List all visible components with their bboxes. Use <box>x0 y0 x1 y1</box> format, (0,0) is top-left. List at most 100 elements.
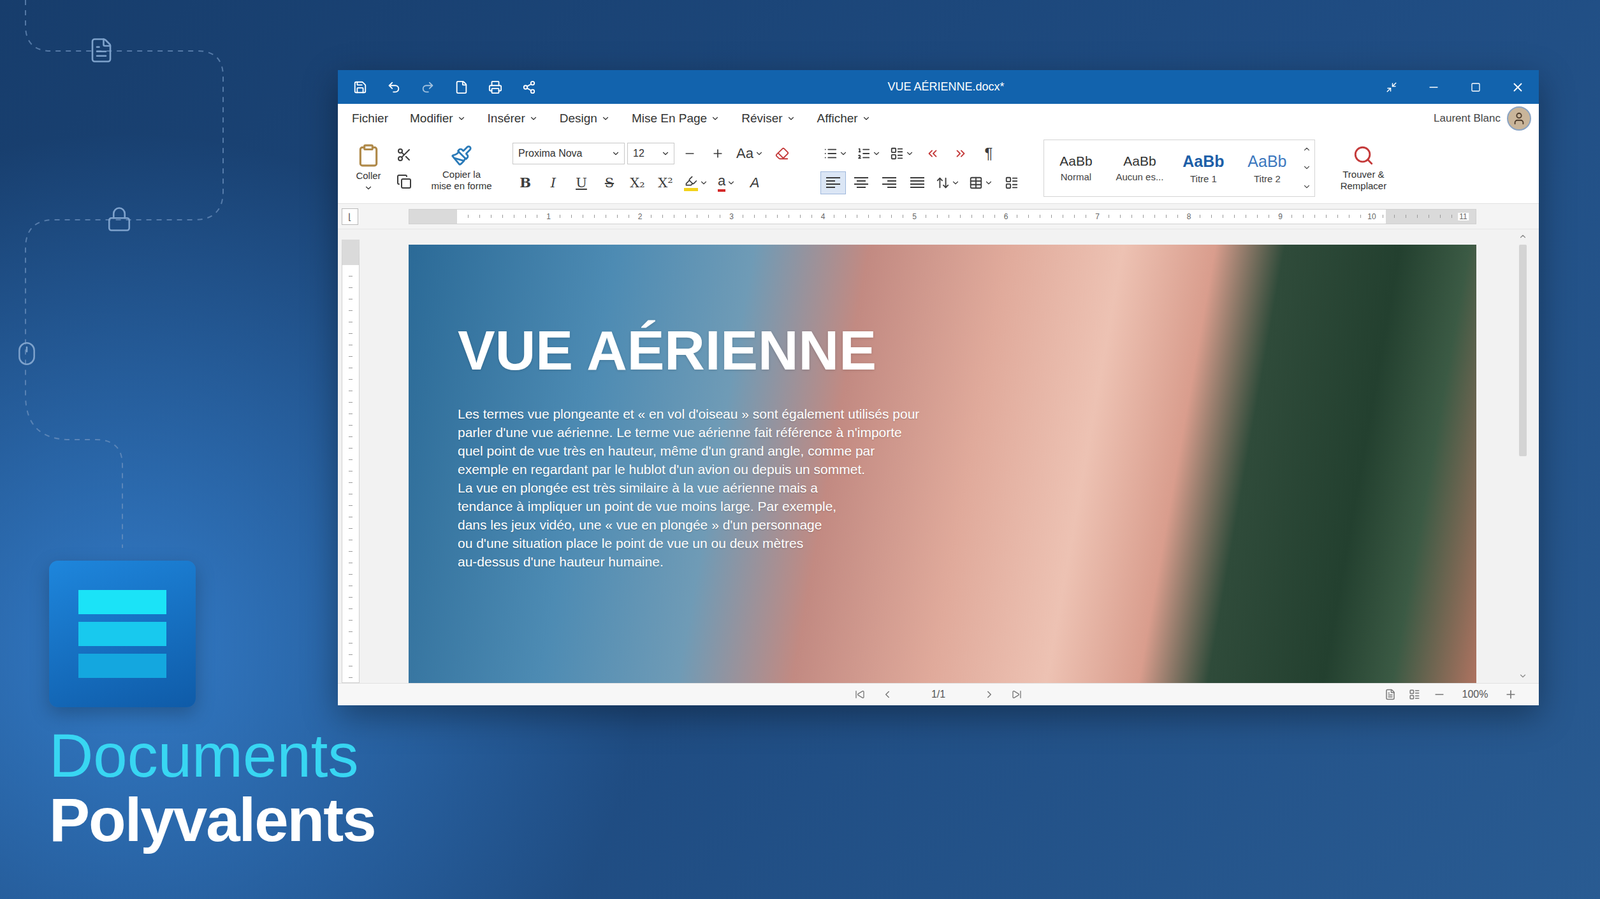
expand-icon[interactable] <box>1302 182 1312 192</box>
style-item[interactable]: AaBbTitre 1 <box>1171 140 1236 197</box>
tab-stop-selector[interactable]: ⌊ <box>341 208 359 226</box>
highlight-swatch <box>683 188 699 192</box>
paragraph-line[interactable]: ou d'une situation place le point de vue… <box>457 534 1477 553</box>
align-icon <box>910 177 925 189</box>
paragraph-settings-button[interactable] <box>998 171 1025 195</box>
style-item[interactable]: AaBbTitre 2 <box>1235 140 1300 197</box>
print-icon[interactable] <box>488 80 503 95</box>
close-button[interactable] <box>1496 70 1539 104</box>
last-page-icon[interactable] <box>1011 689 1022 700</box>
text-style-button[interactable]: U <box>568 171 595 195</box>
copy-icon[interactable] <box>396 174 412 190</box>
paragraph-line[interactable]: au-dessus d'une hauteur humaine. <box>457 552 1477 572</box>
user-avatar[interactable] <box>1506 106 1532 131</box>
paragraph-line[interactable]: tendance à impliquer un point de vue moi… <box>457 497 1477 516</box>
increase-size-button[interactable] <box>705 142 731 166</box>
ruler-cell: 8 <box>1097 209 1190 224</box>
scroll-down-icon[interactable] <box>1518 671 1528 681</box>
font-color-button[interactable]: a <box>713 171 740 195</box>
align-button[interactable] <box>848 171 874 195</box>
multilevel-list-icon <box>889 146 904 161</box>
outdent-button[interactable] <box>919 142 946 166</box>
outdent-icon <box>925 146 940 161</box>
text-style-button[interactable]: S <box>596 171 623 195</box>
line-spacing-button[interactable] <box>932 171 964 195</box>
text-effects-button[interactable]: A <box>741 171 768 195</box>
text-style-button[interactable]: B <box>512 171 539 195</box>
paragraph-line[interactable]: parler d'une vue aérienne. Le terme vue … <box>457 423 1477 442</box>
menu-item[interactable]: Fichier <box>351 111 389 126</box>
find-replace-button[interactable]: Trouver & Remplacer <box>1331 144 1396 192</box>
format-painter-button[interactable]: Copier la mise en forme <box>425 144 498 192</box>
scroll-track[interactable] <box>1515 240 1530 672</box>
minimize-icon <box>1427 80 1440 94</box>
chevron-down-icon <box>457 114 466 124</box>
window-title: VUE AÉRIENNE.docx* <box>748 80 1144 94</box>
ruler-cell: 3 <box>640 209 732 224</box>
clear-format-button[interactable] <box>769 142 795 166</box>
indent-button[interactable] <box>947 142 974 166</box>
paragraph-line[interactable]: quel point de vue très en hauteur, même … <box>457 441 1477 461</box>
borders-button[interactable] <box>965 171 997 195</box>
new-file-icon[interactable] <box>454 80 469 95</box>
menu-item[interactable]: Design <box>559 111 611 126</box>
paragraph-line[interactable]: La vue en plongée est très similaire à l… <box>457 478 1477 498</box>
cut-icon[interactable] <box>396 147 412 163</box>
bullets-button[interactable] <box>820 142 851 166</box>
text-style-button[interactable]: I <box>540 171 567 195</box>
ruler-cell: 7 <box>1005 209 1098 224</box>
first-page-icon[interactable] <box>854 689 866 700</box>
scroll-down-icon[interactable] <box>1302 163 1312 173</box>
paragraph-line[interactable]: Les termes vue plongeante et « en vol d'… <box>457 404 1477 424</box>
menu-item[interactable]: Insérer <box>487 111 539 126</box>
user-account[interactable]: Laurent Blanc <box>1433 106 1532 131</box>
menu-item[interactable]: Afficher <box>817 111 871 126</box>
page-view-icon[interactable] <box>1384 689 1397 701</box>
redo-icon[interactable] <box>420 80 435 95</box>
maximize-button[interactable] <box>1454 70 1497 104</box>
menu-item[interactable]: Réviser <box>741 111 795 126</box>
share-icon[interactable] <box>522 80 537 95</box>
highlight-button[interactable] <box>680 171 712 195</box>
save-icon[interactable] <box>353 80 368 95</box>
style-item[interactable]: AaBbNormal <box>1044 140 1108 197</box>
menu-item[interactable]: Mise En Page <box>631 111 720 126</box>
ruler-cell: 6 <box>914 209 1007 224</box>
search-icon <box>1352 144 1375 167</box>
text-style-button[interactable]: X² <box>652 171 679 195</box>
dashed-path-icon <box>0 0 338 549</box>
paragraph-line[interactable]: dans les jeux vidéo, une « vue en plongé… <box>457 515 1477 535</box>
alignment-row <box>820 171 1025 195</box>
next-page-icon[interactable] <box>983 689 996 701</box>
align-button[interactable] <box>876 171 902 195</box>
paste-button[interactable]: Coller <box>349 143 388 193</box>
style-item[interactable]: AaBbAucun es... <box>1107 140 1172 197</box>
menu-item[interactable]: Modifier <box>409 111 466 126</box>
decrease-size-button[interactable] <box>676 142 703 166</box>
zoom-out-icon[interactable] <box>1432 688 1446 702</box>
change-case-button[interactable]: Aa <box>733 142 767 166</box>
show-marks-button[interactable]: ¶ <box>975 142 1002 166</box>
minimize-button[interactable] <box>1412 70 1455 104</box>
scroll-thumb[interactable] <box>1519 244 1527 457</box>
multilevel-button[interactable] <box>886 142 918 166</box>
text-style-button[interactable]: X₂ <box>624 171 651 195</box>
paragraph-line[interactable]: exemple en regardant par le hublot d'un … <box>457 460 1477 479</box>
document-title[interactable]: VUE AÉRIENNE <box>457 320 1477 382</box>
font-family-select[interactable]: Proxima Nova <box>512 142 625 165</box>
align-button[interactable] <box>820 171 846 195</box>
font-size-select[interactable]: 12 <box>627 142 675 165</box>
scroll-up-icon[interactable] <box>1518 232 1528 241</box>
zoom-in-icon[interactable] <box>1504 688 1518 702</box>
scroll-up-icon[interactable] <box>1302 144 1312 154</box>
undo-icon[interactable] <box>386 80 401 95</box>
document-page[interactable]: VUE AÉRIENNE Les termes vue plongeante et… <box>408 244 1477 684</box>
numbering-button[interactable] <box>853 142 885 166</box>
align-button[interactable] <box>904 171 931 195</box>
previous-page-icon[interactable] <box>881 689 894 701</box>
web-view-icon[interactable] <box>1408 689 1421 701</box>
vertical-ruler[interactable] <box>341 239 360 684</box>
fullscreen-button[interactable] <box>1370 70 1413 104</box>
horizontal-ruler[interactable]: 1234567891011 <box>408 209 1477 225</box>
vertical-scrollbar[interactable] <box>1515 229 1530 684</box>
